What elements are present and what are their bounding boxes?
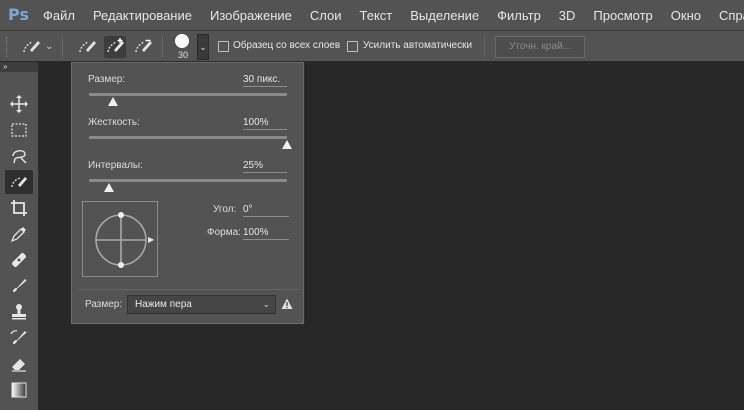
refine-edge-button[interactable]: Уточн. край... [495, 36, 585, 58]
chevron-down-icon[interactable]: ⌄ [45, 41, 53, 52]
brush-tool-icon[interactable] [5, 274, 33, 298]
menu-3d[interactable]: 3D [559, 8, 576, 23]
brush-angle-preview[interactable] [82, 201, 158, 277]
roundness-handle-bottom[interactable] [118, 262, 124, 268]
tool-preset-picker-icon[interactable] [20, 36, 42, 58]
menu-edit[interactable]: Редактирование [93, 8, 192, 23]
menu-window[interactable]: Окно [671, 8, 701, 23]
add-to-selection-icon[interactable] [104, 36, 126, 58]
spacing-slider-track[interactable] [89, 179, 287, 182]
size-slider-track[interactable] [89, 93, 287, 96]
brush-size-number: 30 [177, 50, 188, 60]
menu-view[interactable]: Просмотр [593, 8, 652, 23]
marquee-tool-icon[interactable] [5, 118, 33, 142]
roundness-value-field[interactable]: 100% [243, 227, 289, 240]
angle-label: Угол: [213, 204, 237, 215]
tools-panel: » [0, 62, 39, 410]
gradient-tool-icon[interactable] [5, 378, 33, 402]
hardness-slider-track[interactable] [89, 136, 287, 139]
brush-picker-dropdown-button[interactable]: ⌄ [197, 34, 209, 60]
sample-all-layers-checkbox[interactable] [218, 41, 229, 52]
menu-layers[interactable]: Слои [310, 8, 342, 23]
roundness-handle-top[interactable] [118, 212, 124, 218]
menu-select[interactable]: Выделение [410, 8, 479, 23]
clone-stamp-tool-icon[interactable] [5, 300, 33, 324]
photoshop-window: Ps Файл Редактирование Изображение Слои … [0, 0, 744, 410]
brush-tip-icon [175, 34, 189, 48]
options-bar: ⌄ 30 ⌄ Образец со всех слоев Усилить авт… [0, 30, 744, 62]
history-brush-tool-icon[interactable] [5, 326, 33, 350]
panel-divider [79, 289, 298, 290]
spacing-label: Интервалы: [88, 160, 143, 171]
menu-type[interactable]: Текст [360, 8, 393, 23]
size-label: Размер: [88, 74, 126, 85]
size-value-field[interactable]: 30 пикс. [243, 74, 287, 87]
warning-icon [281, 298, 293, 309]
move-tool-icon[interactable] [5, 92, 33, 116]
crop-tool-icon[interactable] [5, 196, 33, 220]
sample-all-layers-label: Образец со всех слоев [233, 40, 341, 51]
lasso-tool-icon[interactable] [5, 144, 33, 168]
hardness-label: Жесткость: [88, 117, 140, 128]
roundness-label: Форма: [207, 227, 241, 238]
auto-enhance-label: Усилить автоматически [363, 40, 473, 51]
angle-arrow-icon[interactable]: ▶ [148, 235, 154, 244]
brush-preset-preview[interactable]: 30 [172, 33, 194, 61]
new-selection-icon[interactable] [76, 36, 98, 58]
size-control-label: Размер: [85, 299, 123, 310]
menu-file[interactable]: Файл [43, 8, 75, 23]
menu-filter[interactable]: Фильтр [497, 8, 541, 23]
eraser-tool-icon[interactable] [5, 352, 33, 376]
hardness-value-field[interactable]: 100% [243, 117, 287, 130]
menu-image[interactable]: Изображение [210, 8, 292, 23]
ps-logo: Ps [8, 5, 29, 24]
spacing-value-field[interactable]: 25% [243, 160, 287, 173]
menu-bar: Ps Файл Редактирование Изображение Слои … [0, 0, 744, 30]
subtract-from-selection-icon[interactable] [132, 36, 154, 58]
quick-selection-tool-icon[interactable] [5, 170, 33, 194]
brush-picker-panel: Размер: 30 пикс. Жесткость: 100% Интерва… [70, 61, 305, 325]
auto-enhance-checkbox[interactable] [347, 41, 358, 52]
collapse-toolbar-icon[interactable]: » [0, 62, 38, 72]
angle-value-field[interactable]: 0° [243, 204, 289, 217]
size-control-selected: Нажим пера [135, 299, 192, 310]
menu-help[interactable]: Справка [719, 8, 744, 23]
size-control-select[interactable]: Нажим пера ⌄ [127, 295, 276, 314]
options-bar-grip[interactable] [6, 37, 9, 57]
eyedropper-tool-icon[interactable] [5, 222, 33, 246]
healing-brush-tool-icon[interactable] [5, 248, 33, 272]
chevron-down-icon: ⌄ [262, 299, 270, 309]
